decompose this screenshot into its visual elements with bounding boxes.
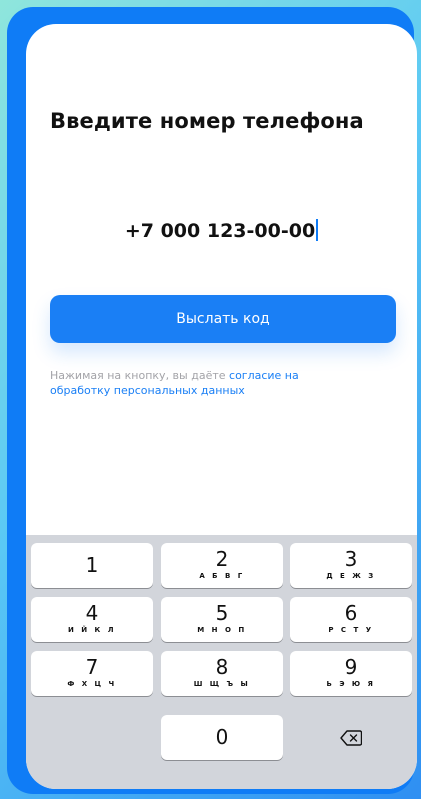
- key-0[interactable]: 0: [161, 715, 283, 760]
- key-letters: Ф Х Ц Ч: [67, 680, 117, 688]
- send-code-button-label: Выслать код: [176, 311, 270, 327]
- backspace-key[interactable]: [290, 715, 412, 760]
- key-4[interactable]: 4 И Й К Л: [31, 597, 153, 642]
- key-9[interactable]: 9 Ь Э Ю Я: [290, 651, 412, 696]
- key-5[interactable]: 5 М Н О П: [161, 597, 283, 642]
- numeric-keyboard: 1 2 А Б В Г 3 Д Е Ж З 4 И Й К Л 5 М Н О …: [26, 535, 417, 789]
- consent-notice: Нажимая на кнопку, вы даёте согласие на …: [50, 368, 350, 398]
- key-letters: Д Е Ж З: [326, 572, 376, 580]
- key-letters: И Й К Л: [67, 626, 117, 634]
- key-letters: М Н О П: [197, 626, 247, 634]
- phone-number-input[interactable]: +7 000 123-00-00: [26, 219, 417, 242]
- key-digit: 7: [85, 655, 99, 679]
- text-caret: [316, 219, 319, 241]
- key-letters: Ш Щ Ъ Ы: [193, 680, 251, 688]
- key-8[interactable]: 8 Ш Щ Ъ Ы: [161, 651, 283, 696]
- key-7[interactable]: 7 Ф Х Ц Ч: [31, 651, 153, 696]
- key-digit: 5: [215, 601, 229, 625]
- phone-number-value: +7 000 123-00-00: [124, 220, 316, 242]
- key-1[interactable]: 1: [31, 543, 153, 588]
- key-digit: 4: [85, 601, 99, 625]
- key-6[interactable]: 6 Р С Т У: [290, 597, 412, 642]
- key-digit: 8: [215, 655, 229, 679]
- key-digit: 9: [344, 655, 358, 679]
- phone-screen: Введите номер телефона +7 000 123-00-00 …: [26, 24, 417, 789]
- key-digit: 0: [215, 725, 229, 749]
- key-3[interactable]: 3 Д Е Ж З: [290, 543, 412, 588]
- key-digit: 6: [344, 601, 358, 625]
- key-letters: Ь Э Ю Я: [326, 680, 376, 688]
- key-digit: 1: [85, 553, 99, 577]
- send-code-button[interactable]: Выслать код: [50, 295, 396, 343]
- backspace-icon: [340, 729, 362, 746]
- key-letters: А Б В Г: [199, 572, 245, 580]
- page-title: Введите номер телефона: [50, 109, 364, 133]
- key-letters: Р С Т У: [328, 626, 374, 634]
- key-digit: 3: [344, 547, 358, 571]
- key-2[interactable]: 2 А Б В Г: [161, 543, 283, 588]
- key-digit: 2: [215, 547, 229, 571]
- consent-text: Нажимая на кнопку, вы даёте: [50, 369, 230, 382]
